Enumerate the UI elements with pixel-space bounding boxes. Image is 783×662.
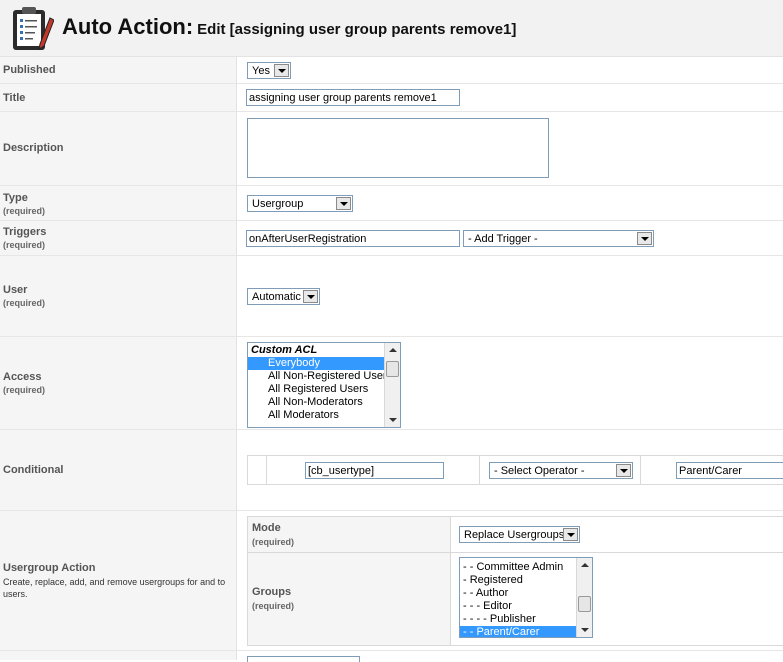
group-option[interactable]: - - - - Publisher	[460, 613, 592, 626]
mode-label: Mode	[252, 522, 281, 534]
page-header: Auto Action: Edit [assigning user group p…	[0, 0, 783, 57]
chevron-down-icon	[563, 528, 578, 541]
type-required: (required)	[3, 206, 46, 216]
group-option[interactable]: - - - Editor	[460, 600, 592, 613]
description-label: Description	[3, 142, 64, 154]
access-option[interactable]: All Non-Registered Users	[248, 370, 400, 383]
row-published: Published Yes	[0, 57, 783, 84]
scrollbar-thumb[interactable]	[578, 596, 591, 612]
scroll-down-icon[interactable]	[581, 628, 589, 632]
conditional-field-input[interactable]	[305, 462, 444, 479]
access-required: (required)	[3, 385, 46, 395]
row-conditional: Conditional - Select Operator -	[0, 430, 783, 511]
groups-required: (required)	[252, 601, 295, 611]
title-label: Title	[3, 92, 26, 104]
add-trigger-select[interactable]: - Add Trigger -	[463, 230, 654, 247]
access-scrollbar[interactable]	[384, 343, 400, 427]
access-option[interactable]: All Moderators	[248, 409, 400, 422]
row-title: Title	[0, 84, 783, 112]
conditional-operator-select[interactable]: - Select Operator -	[489, 462, 633, 479]
type-label: Type	[3, 192, 28, 204]
mode-select[interactable]: Replace Usergroups	[459, 526, 580, 543]
groups-listbox[interactable]: - - Committee Admin - Registered - - Aut…	[459, 557, 593, 638]
access-listbox[interactable]: Custom ACL Everybody All Non-Registered …	[247, 342, 401, 428]
page-title: Auto Action: Edit [assigning user group p…	[62, 14, 516, 40]
row-access: Access (required) Custom ACL Everybody Al…	[0, 337, 783, 430]
row-description: Description	[0, 112, 783, 186]
access-option[interactable]: Everybody	[248, 357, 400, 370]
description-textarea[interactable]	[247, 118, 549, 178]
clipboard-pencil-icon	[13, 7, 54, 51]
chevron-down-icon	[274, 64, 289, 77]
title-input[interactable]	[246, 89, 460, 106]
row-user: User (required) Automatic	[0, 256, 783, 337]
scroll-up-icon[interactable]	[581, 563, 589, 567]
group-option[interactable]: - Registered	[460, 574, 592, 587]
conditional-label: Conditional	[3, 464, 64, 476]
chevron-down-icon	[303, 290, 318, 303]
group-option[interactable]: - - Parent/Carer	[460, 626, 592, 637]
triggers-label: Triggers	[3, 226, 47, 238]
published-select[interactable]: Yes	[247, 62, 291, 79]
triggers-required: (required)	[3, 240, 46, 250]
scrollbar-thumb[interactable]	[386, 361, 399, 377]
user-required: (required)	[3, 298, 46, 308]
access-option[interactable]: All Registered Users	[248, 383, 400, 396]
group-option[interactable]: - - Committee Admin	[460, 561, 592, 574]
next-row-input[interactable]	[247, 656, 360, 662]
published-label: Published	[3, 64, 56, 76]
chevron-down-icon	[637, 232, 652, 245]
chevron-down-icon	[616, 464, 631, 477]
triggers-input[interactable]	[246, 230, 460, 247]
page-title-sub: Edit [assigning user group parents remov…	[197, 21, 517, 38]
conditional-value-input[interactable]	[676, 462, 783, 479]
scroll-down-icon[interactable]	[389, 418, 397, 422]
row-triggers: Triggers (required) - Add Trigger -	[0, 221, 783, 256]
usergroup-action-label: Usergroup Action	[3, 562, 96, 574]
row-usergroup-action: Usergroup Action Create, replace, add, a…	[0, 511, 783, 651]
scroll-up-icon[interactable]	[389, 348, 397, 352]
chevron-down-icon	[336, 197, 351, 210]
mode-required: (required)	[252, 537, 295, 547]
access-option[interactable]: All Non-Moderators	[248, 396, 400, 409]
groups-scrollbar[interactable]	[576, 558, 592, 637]
next-row-label	[0, 651, 237, 660]
page-title-main: Auto Action:	[62, 14, 194, 39]
group-option[interactable]: - - Author	[460, 587, 592, 600]
type-select[interactable]: Usergroup	[247, 195, 353, 212]
groups-label: Groups	[252, 586, 292, 598]
usergroup-action-description: Create, replace, add, and remove usergro…	[3, 577, 226, 599]
access-group-header: Custom ACL	[251, 344, 318, 356]
user-select[interactable]: Automatic	[247, 288, 320, 305]
access-label: Access	[3, 371, 42, 383]
row-type: Type (required) Usergroup	[0, 186, 783, 221]
user-label: User	[3, 284, 28, 296]
